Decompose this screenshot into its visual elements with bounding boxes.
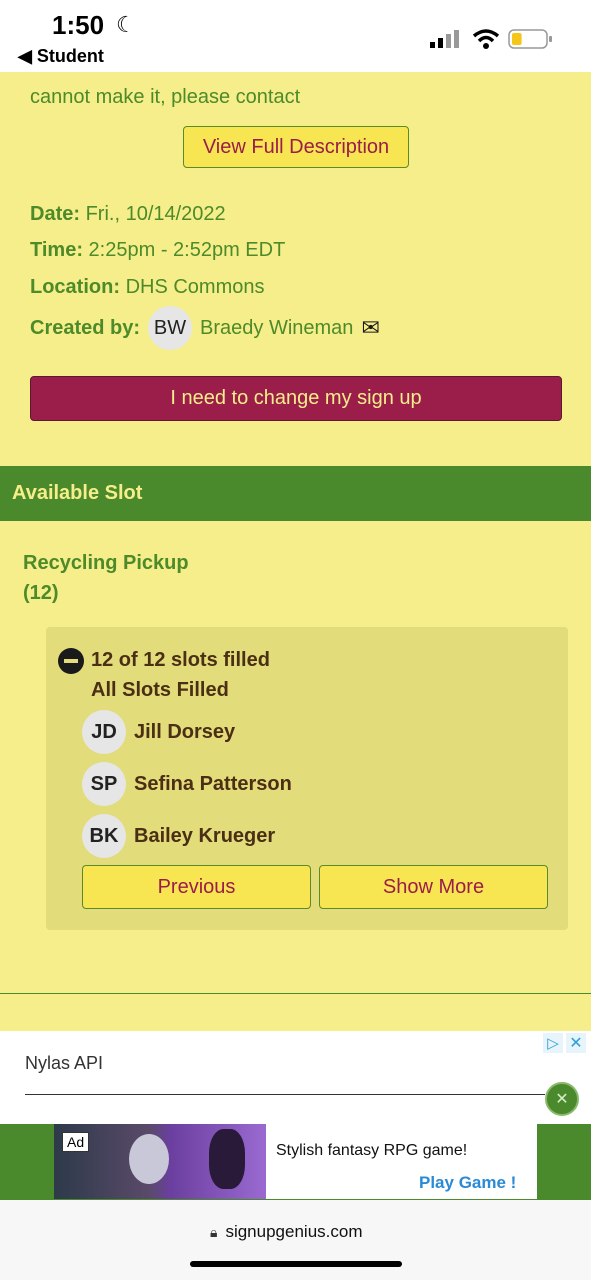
ad-close-icon[interactable]: ✕ [566,1033,586,1053]
time-label: Time: [30,239,83,261]
home-indicator[interactable] [190,1261,402,1267]
lock-icon: 🔒︎ [210,1223,218,1240]
back-to-app-button[interactable]: ◀ Student [18,46,104,67]
person-name: Jill Dorsey [134,720,236,743]
ad-dismiss-icon[interactable]: ✕ [545,1082,579,1116]
change-signup-button[interactable]: I need to change my sign up [30,376,562,421]
item-count: (12) [23,582,59,604]
adchoices-icon[interactable]: ▷ [543,1033,563,1053]
avatar: BK [82,814,126,858]
view-full-description-button[interactable]: View Full Description [183,126,409,168]
ad-badge: Ad [62,1132,90,1152]
slots-status-text: All Slots Filled [91,679,229,701]
date-row: Date: Fri., 10/14/2022 [30,203,226,226]
list-item: BK Bailey Krueger [82,814,275,858]
url-display[interactable]: 🔒︎ signupgenius.com [210,1222,362,1242]
url-domain: signupgenius.com [225,1222,363,1241]
cellular-signal-icon [430,30,459,48]
location-row: Location: DHS Commons [30,276,264,299]
clock-time: 1:50 [52,10,105,40]
back-arrow-icon: ◀ [18,46,32,66]
ad-panel[interactable] [0,1031,591,1124]
person-name: Sefina Patterson [134,772,292,795]
focus-moon-icon: ☾ [116,12,136,37]
creator-avatar: BW [148,306,193,350]
created-by-label: Created by: [30,316,141,339]
avatar: SP [82,762,126,806]
battery-icon [508,29,552,49]
time-value: 2:25pm - 2:52pm EDT [88,239,286,261]
person-name: Bailey Krueger [134,824,276,847]
location-value: DHS Commons [125,276,265,298]
location-label: Location: [30,276,120,298]
time-row: Time: 2:25pm - 2:52pm EDT [30,239,285,262]
list-item: JD Jill Dorsey [82,710,235,754]
description-text: cannot make it, please contact [30,86,301,108]
previous-button[interactable]: Previous [82,865,311,909]
show-more-button[interactable]: Show More [319,865,548,909]
ad-title: Nylas API [25,1053,104,1073]
available-slot-header: Available Slot [0,466,591,521]
banner-ad-text: Stylish fantasy RPG game! [276,1142,468,1159]
wifi-icon [472,29,500,49]
date-label: Date: [30,203,81,225]
play-game-link[interactable]: Play Game ! [419,1173,516,1193]
ad-divider [25,1094,545,1095]
slot-box: 12 of 12 slots filled All Slots Filled J… [46,627,568,930]
section-divider [0,993,591,994]
collapse-minus-icon[interactable] [58,648,84,674]
avatar: JD [82,710,126,754]
list-item: SP Sefina Patterson [82,762,292,806]
item-name: Recycling Pickup [23,552,189,574]
envelope-icon[interactable]: ✉ [361,315,379,341]
created-by-row: Created by: BW Braedy Wineman ✉ [30,306,380,350]
date-value: Fri., 10/14/2022 [85,203,226,225]
slots-filled-text: 12 of 12 slots filled [91,649,270,671]
creator-name-link[interactable]: Braedy Wineman [200,317,353,340]
item-title: Recycling Pickup (12) [23,548,189,608]
